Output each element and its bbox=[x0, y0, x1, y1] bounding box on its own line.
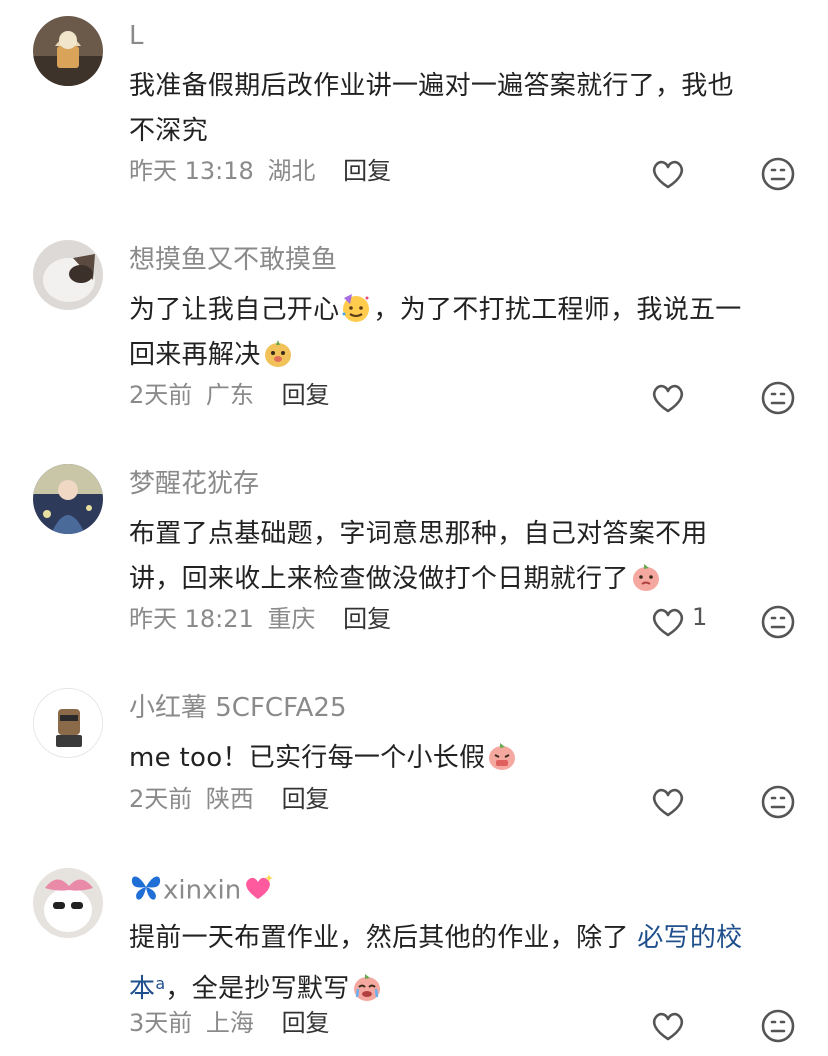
avatar[interactable] bbox=[33, 16, 103, 86]
search-link[interactable]: 本 bbox=[129, 974, 155, 1004]
comment-time: 昨天 18:21 bbox=[129, 605, 254, 633]
comment-time: 2天前 bbox=[129, 785, 193, 813]
crying-sticker-emoji-icon bbox=[351, 971, 383, 1003]
comment-location: 陕西 bbox=[205, 785, 254, 813]
dislike-button[interactable] bbox=[760, 604, 796, 640]
like-button[interactable] bbox=[650, 604, 686, 640]
avatar[interactable] bbox=[33, 464, 103, 534]
butterfly-emoji-icon bbox=[129, 872, 163, 910]
meh-face-icon bbox=[761, 785, 795, 819]
username[interactable]: 梦醒花犹存 bbox=[129, 468, 259, 500]
meh-face-icon bbox=[761, 157, 795, 191]
comment-time: 3天前 bbox=[129, 1009, 193, 1037]
reply-button[interactable]: 回复 bbox=[343, 605, 391, 633]
comment-text-part: ，为了不打扰工程师，我说五一 bbox=[373, 295, 742, 325]
comment-meta: 2天前 广东 回复 bbox=[129, 380, 336, 410]
like-button[interactable] bbox=[650, 380, 686, 416]
comment-location: 广东 bbox=[205, 381, 254, 409]
comment-text-part: me too！已实行每一个小长假 bbox=[129, 743, 486, 773]
comment-line: 我准备假期后改作业讲一遍对一遍答案就行了，我也 bbox=[129, 71, 734, 101]
heart-outline-icon bbox=[652, 384, 684, 413]
comment-location: 上海 bbox=[205, 1009, 254, 1037]
heart-outline-icon bbox=[652, 608, 684, 637]
heart-outline-icon bbox=[652, 788, 684, 817]
comment-text-part: 回来再解决 bbox=[129, 340, 261, 370]
reply-button[interactable]: 回复 bbox=[282, 1009, 330, 1037]
comment-text-part: 讲，回来收上来检查做没做打个日期就行了 bbox=[129, 564, 629, 594]
comment-time: 昨天 13:18 bbox=[129, 157, 254, 185]
avatar[interactable] bbox=[33, 868, 103, 938]
peach-sticker-emoji-icon bbox=[630, 561, 662, 593]
username[interactable]: 想摸鱼又不敢摸鱼 bbox=[129, 244, 337, 276]
comment-list: L 我准备假期后改作业讲一遍对一遍答案就行了，我也 不深究 昨天 13:18 湖… bbox=[0, 0, 828, 1056]
reply-button[interactable]: 回复 bbox=[282, 785, 330, 813]
like-button[interactable] bbox=[650, 784, 686, 820]
cute-sticker-emoji-icon bbox=[262, 337, 294, 369]
comment-line: 布置了点基础题，字词意思那种，自己对答案不用 bbox=[129, 519, 708, 549]
comment-meta: 昨天 13:18 湖北 回复 bbox=[129, 156, 397, 186]
comment-meta: 3天前 上海 回复 bbox=[129, 1008, 336, 1038]
comment-text: 提前一天布置作业，然后其他的作业，除了 必写的校 本𝖺，全是抄写默写 bbox=[129, 916, 799, 1012]
sparkling-heart-emoji-icon bbox=[241, 872, 275, 910]
username-text: xinxin bbox=[163, 875, 242, 906]
comment-text-part: 提前一天布置作业，然后其他的作业，除了 bbox=[129, 923, 638, 953]
reply-button[interactable]: 回复 bbox=[343, 157, 391, 185]
heart-outline-icon bbox=[652, 160, 684, 189]
dislike-button[interactable] bbox=[760, 156, 796, 192]
comment-location: 重庆 bbox=[267, 605, 316, 633]
party-face-emoji-icon bbox=[340, 292, 372, 324]
heart-outline-icon bbox=[652, 1012, 684, 1041]
comment-meta: 昨天 18:21 重庆 回复 bbox=[129, 604, 397, 634]
meh-face-icon bbox=[761, 1009, 795, 1043]
peach-sticker-emoji-icon bbox=[486, 740, 518, 772]
meh-face-icon bbox=[761, 605, 795, 639]
comment-time: 2天前 bbox=[129, 381, 193, 409]
comment-text: 为了让我自己开心 ，为了不打扰工程师，我说五一 回来再解决 bbox=[129, 288, 799, 378]
comment-text: me too！已实行每一个小长假 bbox=[129, 736, 799, 781]
reply-button[interactable]: 回复 bbox=[282, 381, 330, 409]
like-button[interactable] bbox=[650, 1008, 686, 1044]
comment-text-part: ，全是抄写默写 bbox=[165, 974, 350, 1004]
dislike-button[interactable] bbox=[760, 380, 796, 416]
search-mini-icon[interactable]: 𝖺 bbox=[155, 974, 165, 993]
avatar[interactable] bbox=[33, 688, 103, 758]
comment-text-part: 为了让我自己开心 bbox=[129, 295, 340, 325]
like-button[interactable] bbox=[650, 156, 686, 192]
dislike-button[interactable] bbox=[760, 1008, 796, 1044]
avatar[interactable] bbox=[33, 240, 103, 310]
like-count: 1 bbox=[692, 603, 708, 631]
comment-meta: 2天前 陕西 回复 bbox=[129, 784, 336, 814]
dislike-button[interactable] bbox=[760, 784, 796, 820]
comment-location: 湖北 bbox=[267, 157, 316, 185]
comment-line: 不深究 bbox=[129, 116, 208, 146]
search-link[interactable]: 必写的校 bbox=[637, 923, 742, 953]
username[interactable]: L bbox=[129, 20, 144, 52]
meh-face-icon bbox=[761, 381, 795, 415]
comment-text: 我准备假期后改作业讲一遍对一遍答案就行了，我也 不深究 bbox=[129, 64, 799, 154]
username[interactable]: 小红薯 5CFCFA25 bbox=[129, 692, 347, 724]
comment-text: 布置了点基础题，字词意思那种，自己对答案不用 讲，回来收上来检查做没做打个日期就… bbox=[129, 512, 799, 602]
username[interactable]: xinxin bbox=[129, 872, 275, 910]
